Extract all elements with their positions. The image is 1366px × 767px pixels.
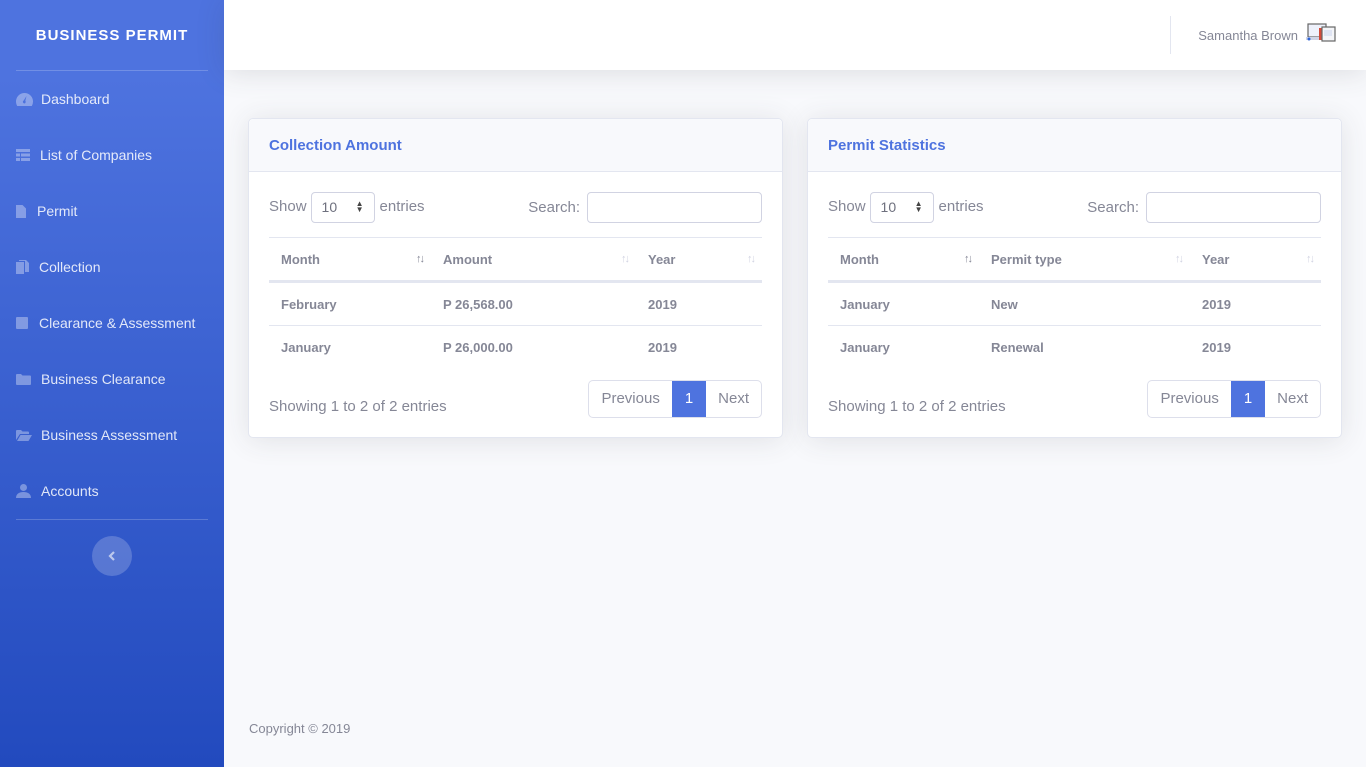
- pagination: Previous 1 Next: [1147, 379, 1321, 418]
- table-info: Showing 1 to 2 of 2 entries: [269, 398, 447, 415]
- folder-icon: [16, 373, 38, 385]
- cell-year: 2019: [648, 296, 677, 312]
- column-header-year[interactable]: Year ↑↓: [636, 237, 762, 283]
- permit-statistics-card: Permit Statistics Show 10 ▲ ▼ entries Sea…: [807, 118, 1342, 438]
- column-header-month[interactable]: Month ↑↓: [269, 237, 431, 283]
- table-row: January New 2019: [828, 282, 1321, 326]
- user-icon: [16, 484, 38, 498]
- sidebar: BUSINESS PERMIT Dashboard List of Compan…: [0, 0, 224, 767]
- sort-icon: ↑↓: [621, 253, 630, 265]
- entries-select-value: 10: [321, 199, 338, 215]
- brand-title[interactable]: BUSINESS PERMIT: [0, 0, 224, 70]
- show-label: Show: [828, 197, 866, 215]
- sidebar-item-business-assessment[interactable]: Business Assessment: [0, 407, 224, 463]
- sidebar-item-label: Dashboard: [41, 91, 110, 107]
- column-header-permit-type[interactable]: Permit type ↑↓: [979, 237, 1190, 283]
- cell-amount: P 26,000.00: [431, 325, 636, 370]
- entries-length: Show 10 ▲ ▼ entries: [269, 191, 425, 223]
- column-header-year[interactable]: Year ↑↓: [1190, 237, 1321, 283]
- cell-month: January: [269, 325, 431, 370]
- collection-table: Month ↑↓ Amount ↑↓ Year ↑↓ February P 26,56…: [269, 237, 762, 370]
- sidebar-item-label: Collection: [39, 259, 101, 275]
- cell-permit-type: New: [991, 296, 1018, 312]
- sidebar-item-dashboard[interactable]: Dashboard: [0, 71, 224, 127]
- search-input[interactable]: [587, 191, 762, 223]
- table-row: January P 26,000.00 2019: [269, 325, 762, 370]
- cell-month: February: [281, 296, 337, 312]
- sort-icon: ↑↓: [964, 253, 973, 265]
- entries-label: entries: [379, 197, 425, 215]
- table-row: February P 26,568.00 2019: [269, 282, 762, 326]
- cell-year: 2019: [1190, 325, 1321, 370]
- sidebar-item-business-clearance[interactable]: Business Clearance: [0, 351, 224, 407]
- sort-icon: ↑↓: [1306, 253, 1315, 265]
- sidebar-item-collection[interactable]: Collection: [0, 239, 224, 295]
- pagination: Previous 1 Next: [588, 379, 762, 418]
- entries-select-value: 10: [880, 199, 897, 215]
- search-input[interactable]: [1146, 191, 1321, 223]
- sidebar-item-permit[interactable]: Permit: [0, 183, 224, 239]
- devices-avatar-icon: [1306, 22, 1338, 49]
- entries-label: entries: [938, 197, 984, 215]
- folder-open-icon: [16, 429, 38, 441]
- entries-length: Show 10 ▲ ▼ entries: [828, 191, 984, 223]
- sidebar-item-label: Business Clearance: [41, 371, 166, 387]
- copy-icon: [16, 260, 36, 274]
- previous-button[interactable]: Previous: [589, 381, 671, 417]
- cell-year: 2019: [1202, 296, 1231, 312]
- cell-month: January: [840, 296, 890, 312]
- square-icon: [16, 317, 36, 329]
- collection-amount-card: Collection Amount Show 10 ▲ ▼ entries Sea…: [248, 118, 783, 438]
- entries-select[interactable]: 10 ▲ ▼: [310, 191, 375, 223]
- sidebar-nav: Dashboard List of Companies Permit Colle…: [0, 71, 224, 519]
- sidebar-item-label: Business Assessment: [41, 427, 178, 443]
- sidebar-item-clearance-assessment[interactable]: Clearance & Assessment: [0, 295, 224, 351]
- sort-icon: ↑↓: [416, 253, 425, 265]
- page-1-button[interactable]: 1: [671, 380, 707, 417]
- table-row: January Renewal 2019: [828, 325, 1321, 370]
- sidebar-item-accounts[interactable]: Accounts: [0, 463, 224, 519]
- topbar-divider: [1170, 16, 1171, 54]
- cell-month: January: [828, 325, 979, 370]
- file-icon: [16, 204, 34, 218]
- page-1-button[interactable]: 1: [1230, 380, 1266, 417]
- column-header-amount[interactable]: Amount ↑↓: [431, 237, 636, 283]
- card-title: Permit Statistics: [828, 136, 946, 154]
- sidebar-item-label: Accounts: [41, 483, 99, 499]
- select-arrows-icon: ▲ ▼: [914, 199, 923, 214]
- tachometer-icon: [16, 92, 38, 106]
- sort-icon: ↑↓: [747, 253, 756, 265]
- table-icon: [16, 149, 37, 161]
- sidebar-item-list-of-companies[interactable]: List of Companies: [0, 127, 224, 183]
- next-button[interactable]: Next: [1265, 381, 1320, 417]
- cell-year: 2019: [636, 325, 762, 370]
- chevron-left-icon: [108, 551, 115, 561]
- cell-permit-type: Renewal: [979, 325, 1190, 370]
- user-name: Samantha Brown: [1198, 27, 1298, 43]
- user-dropdown[interactable]: Samantha Brown: [1198, 0, 1338, 70]
- sidebar-item-label: Clearance & Assessment: [39, 315, 196, 331]
- permit-table: Month ↑↓ Permit type ↑↓ Year ↑↓ January New…: [828, 237, 1321, 370]
- previous-button[interactable]: Previous: [1148, 381, 1230, 417]
- search-label: Search:: [1087, 198, 1139, 216]
- table-info: Showing 1 to 2 of 2 entries: [828, 398, 1006, 415]
- column-header-month[interactable]: Month ↑↓: [828, 237, 979, 283]
- search-label: Search:: [528, 198, 580, 216]
- select-arrows-icon: ▲ ▼: [355, 199, 364, 214]
- sort-icon: ↑↓: [1175, 253, 1184, 265]
- topbar: Samantha Brown: [224, 0, 1366, 70]
- sidebar-item-label: List of Companies: [40, 147, 153, 163]
- card-title: Collection Amount: [269, 136, 402, 154]
- sidebar-toggle-button[interactable]: [92, 536, 132, 576]
- copyright: Copyright © 2019: [249, 721, 351, 736]
- next-button[interactable]: Next: [706, 381, 761, 417]
- entries-select[interactable]: 10 ▲ ▼: [869, 191, 934, 223]
- cell-amount: P 26,568.00: [443, 296, 513, 312]
- show-label: Show: [269, 197, 307, 215]
- sidebar-item-label: Permit: [37, 203, 78, 219]
